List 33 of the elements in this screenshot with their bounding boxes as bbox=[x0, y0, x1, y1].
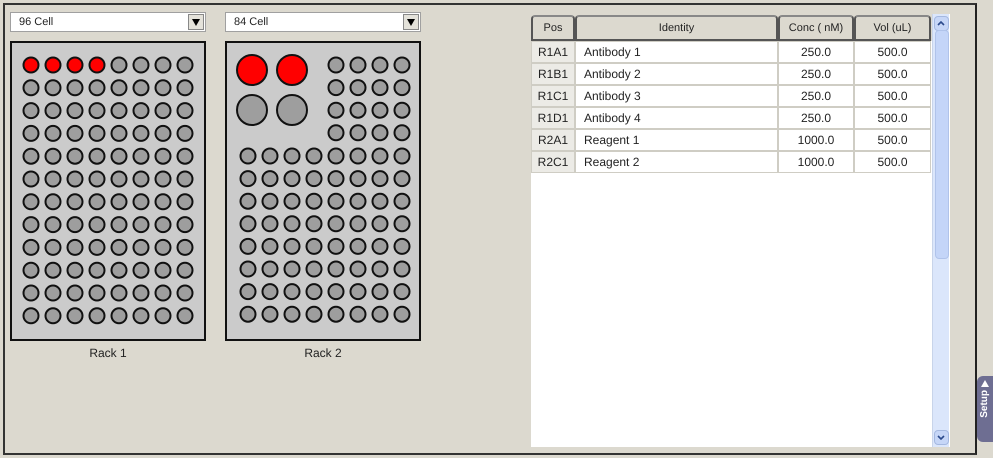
column-header[interactable]: Conc ( nM) bbox=[778, 15, 854, 41]
table-cell: 500.0 bbox=[854, 41, 931, 63]
row-header: R1A1 bbox=[531, 41, 575, 63]
table-cell: 500.0 bbox=[854, 151, 931, 173]
table-cell: 500.0 bbox=[854, 129, 931, 151]
column-header[interactable]: Vol (uL) bbox=[854, 15, 931, 41]
row-header: R1C1 bbox=[531, 85, 575, 107]
setup-tab[interactable]: Setup bbox=[977, 376, 993, 442]
row-header: R1D1 bbox=[531, 107, 575, 129]
row-header: R2C1 bbox=[531, 151, 575, 173]
table-cell: 500.0 bbox=[854, 107, 931, 129]
table-cell: 500.0 bbox=[854, 63, 931, 85]
rack-label: Rack 1 bbox=[88, 345, 128, 362]
row-header: R2A1 bbox=[531, 129, 575, 151]
rack-type-dropdown[interactable]: 96 Cell bbox=[10, 12, 206, 32]
table-cell: 250.0 bbox=[778, 107, 854, 129]
column-header[interactable]: Pos bbox=[531, 15, 575, 41]
table-cell: 1000.0 bbox=[778, 151, 854, 173]
table-cell: 500.0 bbox=[854, 85, 931, 107]
table-cell: 250.0 bbox=[778, 85, 854, 107]
row-header: R1B1 bbox=[531, 63, 575, 85]
table-cell: Antibody 2 bbox=[575, 63, 778, 85]
rack-label: Rack 2 bbox=[303, 345, 343, 362]
table-cell: Antibody 3 bbox=[575, 85, 778, 107]
table-cell: 1000.0 bbox=[778, 129, 854, 151]
column-header[interactable]: Identity bbox=[575, 15, 778, 41]
table-cell: Antibody 1 bbox=[575, 41, 778, 63]
table-cell: 250.0 bbox=[778, 41, 854, 63]
table-cell: Reagent 2 bbox=[575, 151, 778, 173]
rack-type-dropdown[interactable]: 84 Cell bbox=[225, 12, 421, 32]
table-cell: Antibody 4 bbox=[575, 107, 778, 129]
table-cell: 250.0 bbox=[778, 63, 854, 85]
table-cell: Reagent 1 bbox=[575, 129, 778, 151]
